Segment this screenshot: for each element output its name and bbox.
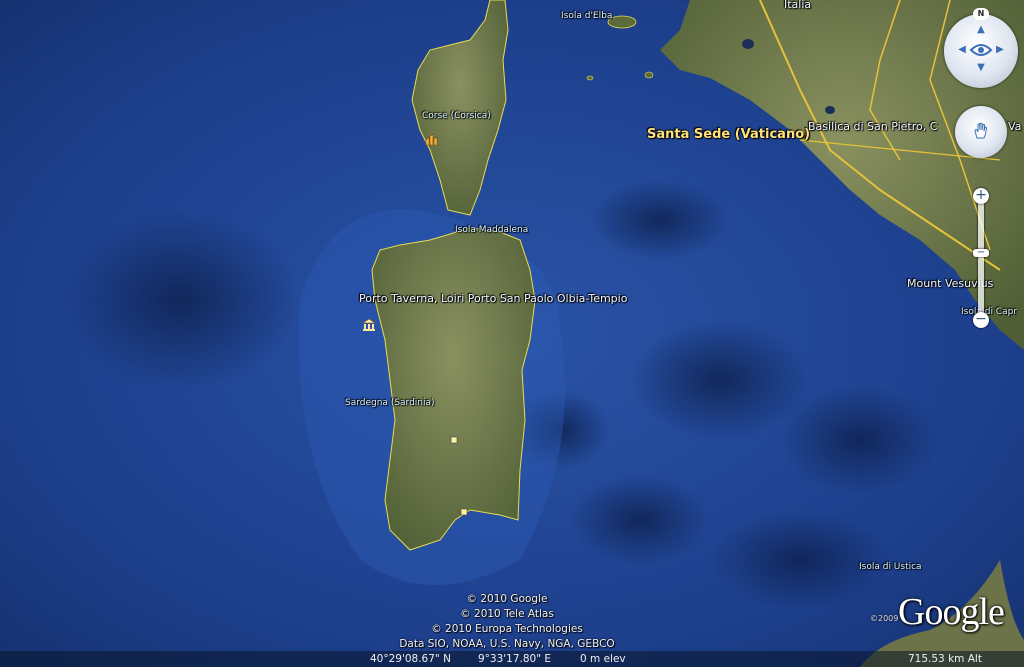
longitude-readout: 9°33'17.80" E: [478, 653, 552, 665]
label-italia[interactable]: Italia: [784, 0, 811, 11]
zoom-in-button[interactable]: +: [973, 188, 989, 204]
look-right-arrow-icon[interactable]: ▶: [996, 44, 1004, 56]
zoom-slider-handle[interactable]: −: [973, 248, 989, 258]
label-basilica-end[interactable]: Va: [1008, 120, 1021, 133]
altitude-readout: 715.53 km Alt: [908, 653, 982, 665]
label-corse[interactable]: Corse (Corsica): [422, 111, 491, 121]
look-up-arrow-icon[interactable]: ▲: [976, 24, 986, 35]
status-bar: 40°29'08.67" N 9°33'17.80" E 0 m elev 71…: [0, 651, 1024, 667]
label-sardegna[interactable]: Sardegna (Sardinia): [345, 398, 435, 408]
copyright-line: © 2010 Google: [466, 593, 548, 605]
label-isola-elba[interactable]: Isola d'Elba: [561, 11, 612, 21]
label-isola-ustica[interactable]: Isola di Ustica: [859, 562, 922, 572]
copyright-line: Data SIO, NOAA, U.S. Navy, NGA, GEBCO: [399, 638, 615, 650]
look-down-arrow-icon[interactable]: ▼: [976, 62, 986, 73]
copyright-line: © 2010 Europa Technologies: [431, 623, 583, 635]
north-indicator[interactable]: N: [973, 8, 989, 20]
hand-icon[interactable]: [972, 122, 990, 140]
place-pin-icon[interactable]: [424, 131, 438, 146]
look-left-arrow-icon[interactable]: ◀: [958, 44, 966, 56]
latitude-readout: 40°29'08.67" N: [370, 653, 451, 665]
label-isola-capri[interactable]: Isola di Capr: [961, 307, 1017, 317]
elevation-readout: 0 m elev: [580, 653, 626, 665]
eye-icon: [968, 40, 994, 60]
label-santa-sede[interactable]: Santa Sede (Vaticano): [647, 127, 810, 142]
label-porto-taverna[interactable]: Porto Taverna, Loiri Porto San Paolo Olb…: [359, 292, 627, 305]
label-basilica[interactable]: Basilica di San Pietro, C: [808, 120, 937, 133]
google-logo: Google: [898, 591, 1005, 633]
zoom-out-button[interactable]: −: [973, 312, 989, 328]
museum-icon[interactable]: [362, 316, 376, 331]
copyright-block: © 2010 Google © 2010 Tele Atlas © 2010 E…: [382, 592, 632, 652]
label-isola-maddalena[interactable]: Isola Maddalena: [455, 225, 528, 235]
map-viewport[interactable]: Italia Isola d'Elba Corse (Corsica) Sant…: [0, 0, 1024, 667]
copyright-line: © 2010 Tele Atlas: [460, 608, 554, 620]
logo-year: ©2009: [870, 614, 899, 623]
